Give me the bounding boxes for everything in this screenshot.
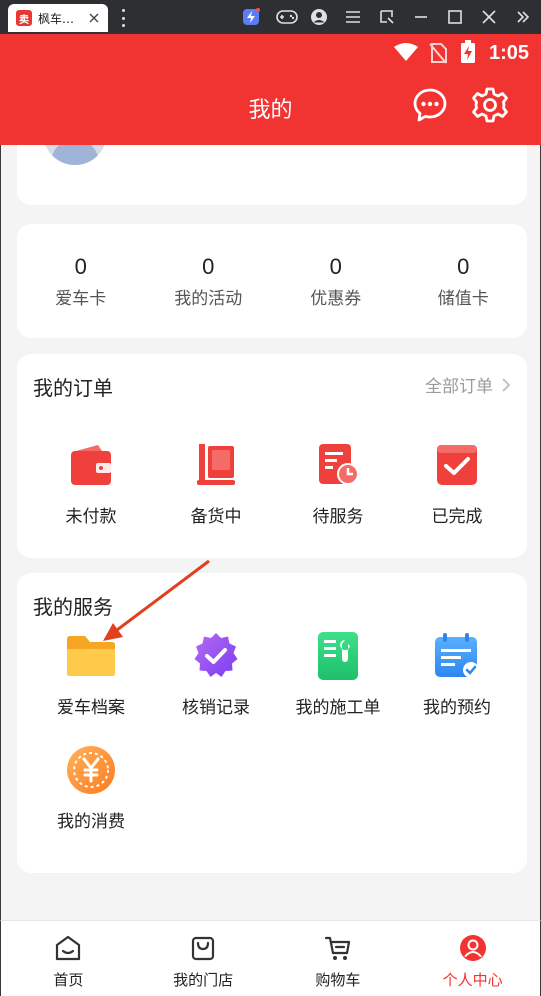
- no-sim-icon: [428, 42, 448, 68]
- bottom-nav: 首页 我的门店 购物车 个人中心: [0, 920, 541, 996]
- app-tab[interactable]: 卖 枫车…: [8, 4, 108, 32]
- nav-cart[interactable]: 购物车: [271, 921, 406, 996]
- gamepad-icon[interactable]: [275, 7, 299, 27]
- nav-user-center-label: 个人中心: [442, 971, 503, 989]
- nav-home-label: 首页: [53, 971, 84, 989]
- status-bar: 1:05: [0, 34, 541, 72]
- close-window-icon[interactable]: [479, 7, 499, 27]
- nav-my-store-label: 我的门店: [173, 971, 234, 989]
- nav-my-store[interactable]: 我的门店: [136, 921, 271, 996]
- page-header: 1:05 我的: [0, 34, 541, 145]
- user-center-icon: [458, 933, 488, 963]
- gear-icon: [472, 87, 508, 123]
- home-icon: [53, 933, 83, 963]
- more-menu-icon[interactable]: [118, 9, 128, 27]
- nav-home[interactable]: 首页: [1, 921, 136, 996]
- message-button[interactable]: [411, 86, 449, 124]
- nav-cart-label: 购物车: [315, 971, 361, 989]
- battery-charging-icon: [460, 40, 476, 68]
- window-shrink-icon[interactable]: [377, 7, 397, 27]
- wifi-icon: [393, 42, 419, 66]
- chat-bubble-icon: [413, 88, 447, 122]
- account-icon[interactable]: [309, 7, 329, 27]
- annotation-arrow: [103, 559, 210, 641]
- page-title: 我的: [248, 98, 293, 123]
- tab-title: 枫车…: [38, 11, 75, 26]
- status-time: 1:05: [488, 42, 529, 64]
- flash-icon[interactable]: [241, 7, 261, 27]
- window-titlebar: 卖 枫车…: [0, 0, 541, 34]
- maximize-icon[interactable]: [445, 7, 465, 27]
- main-content[interactable]: 0 爱车卡 0 我的活动 0 优惠券 0 储值卡 我的订单 全部订单 未付款 备…: [0, 145, 541, 920]
- tab-close-icon[interactable]: [86, 10, 102, 26]
- cart-icon: [323, 933, 353, 963]
- settings-button[interactable]: [471, 86, 509, 124]
- minimize-icon[interactable]: [411, 7, 431, 27]
- expand-sidebar-icon[interactable]: [513, 7, 533, 27]
- shopping-bag-icon: [188, 933, 218, 963]
- app-logo-icon: 卖: [16, 10, 32, 26]
- hamburger-menu-icon[interactable]: [343, 7, 363, 27]
- nav-user-center[interactable]: 个人中心: [405, 921, 540, 996]
